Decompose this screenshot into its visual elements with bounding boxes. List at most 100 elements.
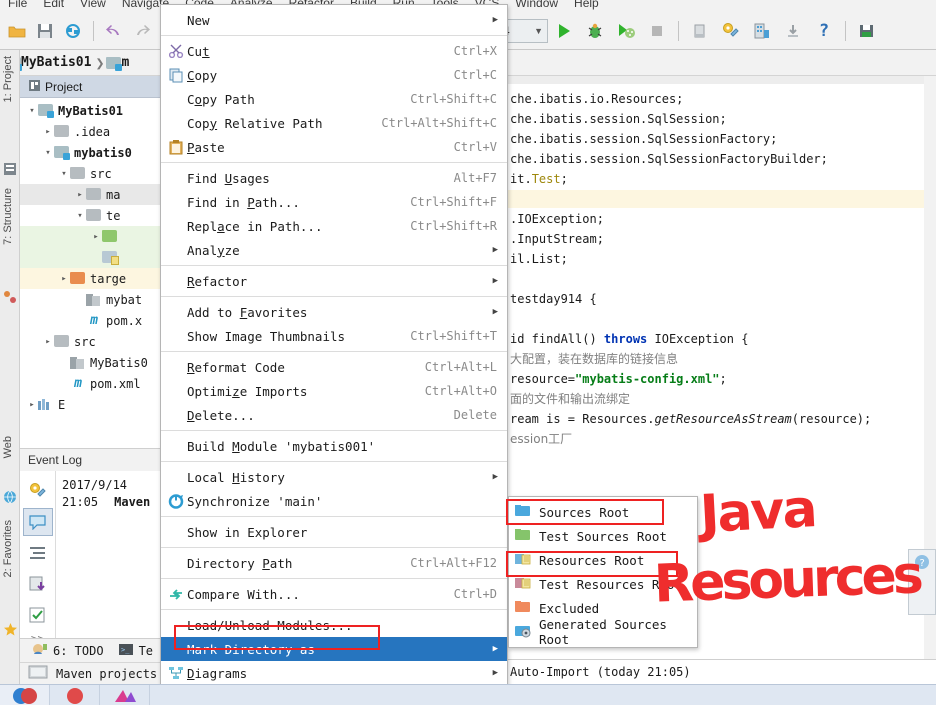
tree-node-mybat[interactable]: mybat: [20, 289, 173, 310]
context-menu-item-paste[interactable]: Paste Ctrl+V: [161, 135, 507, 159]
context-menu-item-optimize-imports[interactable]: Optimize Imports Ctrl+Alt+O: [161, 379, 507, 403]
tree-node-item6[interactable]: ▸: [20, 226, 173, 247]
context-menu-item-find-usages[interactable]: Find Usages Alt+F7: [161, 166, 507, 190]
settings-icon[interactable]: [23, 477, 53, 505]
taskbar-item-2[interactable]: [100, 684, 150, 705]
auto-import-notification[interactable]: Auto-Import (today 21:05): [504, 659, 936, 684]
save-all-right-icon[interactable]: [852, 17, 882, 45]
menu-item-view[interactable]: View: [72, 0, 114, 9]
open-folder-icon[interactable]: [4, 18, 30, 44]
bottom-item-todo[interactable]: 6: TODO: [32, 642, 104, 659]
hide-icon[interactable]: [685, 17, 715, 45]
update-project-icon[interactable]: [778, 17, 808, 45]
tree-node-.idea[interactable]: ▸ .idea: [20, 121, 173, 142]
run-coverage-icon[interactable]: [611, 17, 641, 45]
context-menu-item-load-unload-modules[interactable]: Load/Unload Modules...: [161, 613, 507, 637]
redo-icon[interactable]: [129, 18, 155, 44]
save-all-icon[interactable]: [32, 18, 58, 44]
bottom-item-terminal[interactable]: >_ Te: [118, 643, 153, 659]
context-menu-item-mark-directory-as[interactable]: Mark Directory as ▶: [161, 637, 507, 661]
project-structure-icon[interactable]: [747, 17, 777, 45]
tool-window-project[interactable]: 1: Project: [2, 56, 14, 102]
project-tool-icon[interactable]: [3, 162, 18, 177]
context-menu-item-analyze[interactable]: Analyze ▶: [161, 238, 507, 262]
menu-item-edit[interactable]: Edit: [35, 0, 72, 9]
submenu-item-resources-root[interactable]: Resources Root: [509, 548, 697, 572]
tree-node-te[interactable]: ▾ te: [20, 205, 173, 226]
web-tool-icon[interactable]: [3, 490, 18, 505]
tree-node-MyBatis0[interactable]: MyBatis0: [20, 352, 173, 373]
breadcrumb-item-1[interactable]: m: [106, 55, 129, 71]
os-taskbar[interactable]: [0, 684, 936, 705]
chevron-down-icon[interactable]: ▾: [26, 106, 38, 116]
submenu-item-test-resources-root[interactable]: Test Resources Root: [509, 572, 697, 596]
run-icon[interactable]: [549, 17, 579, 45]
context-menu-item-copy-path[interactable]: Copy Path Ctrl+Shift+C: [161, 87, 507, 111]
sync-icon[interactable]: [60, 18, 86, 44]
tree-node-MyBatis01[interactable]: ▾ MyBatis01: [20, 100, 173, 121]
submenu-item-test-sources-root[interactable]: Test Sources Root: [509, 524, 697, 548]
tool-window-structure[interactable]: 7: Structure: [2, 188, 14, 245]
debug-icon[interactable]: [580, 17, 610, 45]
chevron-right-icon[interactable]: ▸: [42, 127, 54, 137]
context-menu-item-show-in-explorer[interactable]: Show in Explorer: [161, 520, 507, 544]
chevron-right-icon[interactable]: ▸: [58, 274, 70, 284]
context-menu-item-show-image-thumbnails[interactable]: Show Image Thumbnails Ctrl+Shift+T: [161, 324, 507, 348]
tool-window-favorites[interactable]: 2: Favorites: [2, 520, 14, 577]
undo-icon[interactable]: [101, 18, 127, 44]
context-menu-item-copy[interactable]: Copy Ctrl+C: [161, 63, 507, 87]
floating-help-button[interactable]: ?: [908, 549, 936, 615]
context-menu-item-add-to-favorites[interactable]: Add to Favorites ▶: [161, 300, 507, 324]
submenu-item-sources-root[interactable]: Sources Root: [509, 500, 697, 524]
chevron-right-icon[interactable]: ▸: [26, 400, 38, 410]
menu-item-file[interactable]: File: [0, 0, 35, 9]
context-menu-item-directory-path[interactable]: Directory Path Ctrl+Alt+F12: [161, 551, 507, 575]
context-menu-item-reformat-code[interactable]: Reformat Code Ctrl+Alt+L: [161, 355, 507, 379]
tree-node-mybatis0[interactable]: ▾ mybatis0: [20, 142, 173, 163]
project-panel-header[interactable]: Project: [20, 76, 173, 98]
favorites-star-icon[interactable]: [3, 622, 18, 637]
context-menu[interactable]: New ▶ Cut Ctrl+X Copy Ctrl+C Copy Path Ctrl+Shi…: [160, 4, 508, 705]
tool-window-web[interactable]: Web: [2, 436, 14, 458]
settings-icon[interactable]: [716, 17, 746, 45]
tree-node-pom.x[interactable]: m pom.x: [20, 310, 173, 331]
context-menu-item-build-module-mybatis001[interactable]: Build Module 'mybatis001': [161, 434, 507, 458]
export-icon[interactable]: [23, 570, 53, 598]
breadcrumb-item-0[interactable]: MyBatis01 ❯: [6, 54, 106, 72]
expand-collapse-icon[interactable]: [23, 539, 53, 567]
structure-tool-icon[interactable]: [3, 290, 18, 305]
context-menu-item-synchronize-main[interactable]: Synchronize 'main': [161, 489, 507, 513]
context-menu-item-local-history[interactable]: Local History ▶: [161, 465, 507, 489]
context-menu-item-cut[interactable]: Cut Ctrl+X: [161, 39, 507, 63]
chevron-down-icon[interactable]: ▾: [58, 169, 70, 179]
mark-read-icon[interactable]: [23, 601, 53, 629]
tree-node-item7[interactable]: [20, 247, 173, 268]
mark-directory-as-submenu[interactable]: Sources Root Test Sources Root Resources R…: [508, 496, 698, 648]
menu-item-window[interactable]: Window: [507, 0, 566, 9]
context-menu-item-copy-relative-path[interactable]: Copy Relative Path Ctrl+Alt+Shift+C: [161, 111, 507, 135]
context-menu-item-compare-with[interactable]: Compare With... Ctrl+D: [161, 582, 507, 606]
context-menu-item-refactor[interactable]: Refactor ▶: [161, 269, 507, 293]
chevron-right-icon[interactable]: ▸: [90, 232, 102, 242]
project-tree[interactable]: ▾ MyBatis01 ▸ .idea ▾ mybatis0 ▾ src ▸ ma ▾ te ▸ ▸ tar…: [20, 98, 173, 415]
context-menu-item-find-in-path[interactable]: Find in Path... Ctrl+Shift+F: [161, 190, 507, 214]
menu-item-help[interactable]: Help: [566, 0, 607, 9]
help-icon[interactable]: ?: [809, 17, 839, 45]
tree-node-src[interactable]: ▸ src: [20, 331, 173, 352]
chevron-right-icon[interactable]: ▸: [74, 190, 86, 200]
tree-node-src[interactable]: ▾ src: [20, 163, 173, 184]
balloon-icon[interactable]: [22, 508, 53, 536]
context-menu-item-delete[interactable]: Delete... Delete: [161, 403, 507, 427]
chevron-down-icon[interactable]: ▾: [74, 211, 86, 221]
context-menu-item-replace-in-path[interactable]: Replace in Path... Ctrl+Shift+R: [161, 214, 507, 238]
submenu-item-generated-sources-root[interactable]: Generated Sources Root: [509, 617, 697, 647]
taskbar-item-0[interactable]: [0, 684, 50, 705]
tree-node-targe[interactable]: ▸ targe: [20, 268, 173, 289]
tree-node-E[interactable]: ▸ E: [20, 394, 173, 415]
stop-icon[interactable]: [642, 17, 672, 45]
tree-node-pom.xml[interactable]: m pom.xml: [20, 373, 173, 394]
chevron-down-icon[interactable]: ▾: [42, 148, 54, 158]
context-menu-item-new[interactable]: New ▶: [161, 8, 507, 32]
context-menu-item-diagrams[interactable]: Diagrams ▶: [161, 661, 507, 685]
chevron-right-icon[interactable]: ▸: [42, 337, 54, 347]
